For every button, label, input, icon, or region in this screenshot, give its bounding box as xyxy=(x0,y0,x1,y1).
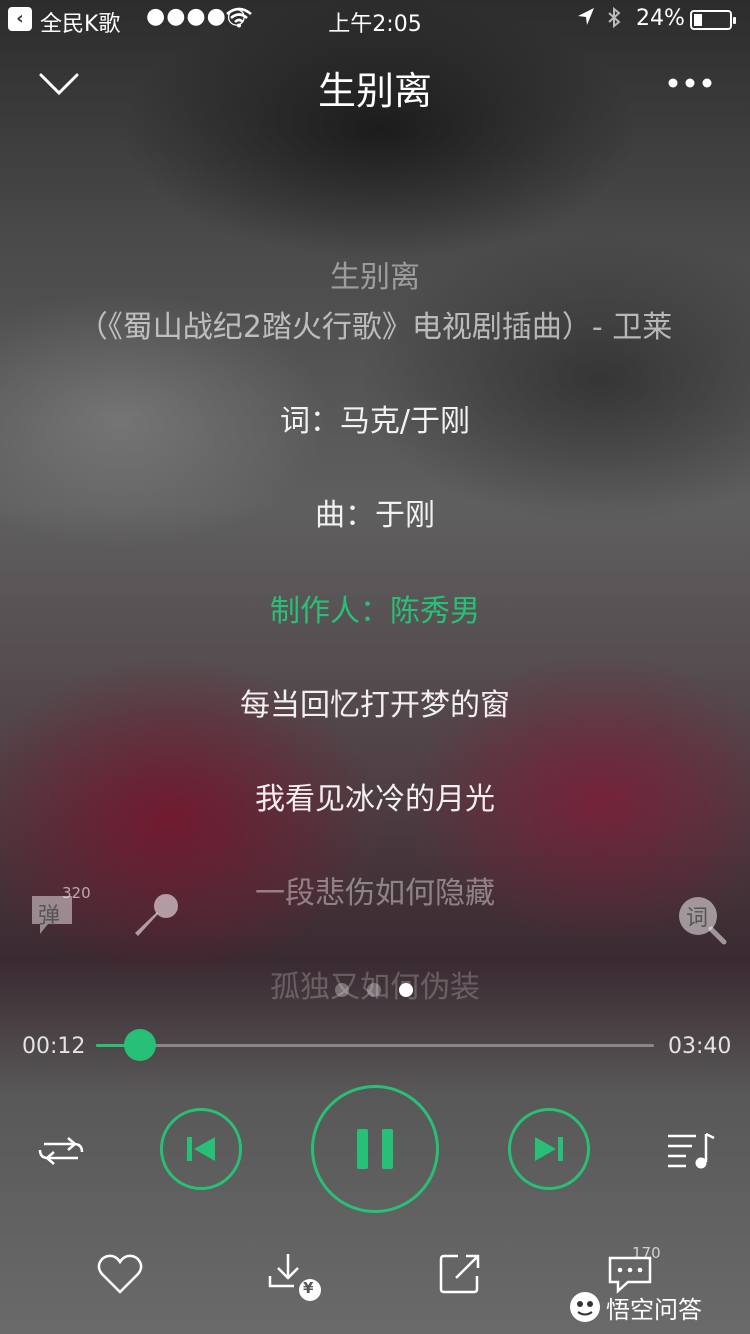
lyric-line: 制作人：陈秀男 xyxy=(270,594,480,629)
lyric-search-icon[interactable]: 词 xyxy=(676,894,728,946)
repeat-mode-icon[interactable] xyxy=(34,1130,88,1172)
progress-track[interactable] xyxy=(96,1029,654,1061)
progress-thumb[interactable] xyxy=(124,1029,156,1061)
skip-next-icon xyxy=(535,1137,563,1161)
next-track-button[interactable] xyxy=(508,1108,590,1190)
lyric-line: 一段悲伤如何隐藏 xyxy=(255,876,495,911)
song-title: 生别离 xyxy=(317,69,432,113)
page-indicator xyxy=(335,983,415,999)
page-dot[interactable] xyxy=(335,983,349,997)
lyric-line: 每当回忆打开梦的窗 xyxy=(240,688,510,723)
location-icon xyxy=(576,6,596,34)
comment-count: 170 xyxy=(632,1244,661,1262)
share-icon[interactable] xyxy=(438,1252,482,1296)
watermark: 悟空问答 xyxy=(568,1288,744,1328)
status-bar: ‹ 全民K歌 ●●●●○ 上午2:05 24% xyxy=(0,0,750,40)
back-to-app-icon[interactable]: ‹ xyxy=(8,7,32,31)
page-dot[interactable] xyxy=(367,983,381,997)
watermark-text: 悟空问答 xyxy=(606,1296,702,1324)
battery-icon xyxy=(690,10,736,30)
page-dot[interactable] xyxy=(399,983,413,997)
more-options-icon[interactable] xyxy=(666,70,716,96)
battery-percent: 24% xyxy=(636,6,685,31)
microphone-icon[interactable] xyxy=(128,890,182,944)
lyric-line: （《蜀山战纪2踏火行歌》电视剧插曲）- 卫莱 xyxy=(77,310,673,345)
lyric-line: 曲：于刚 xyxy=(315,498,435,533)
lyric-line: 词：马克/于刚 xyxy=(279,404,471,439)
danmu-count: 320 xyxy=(62,884,91,902)
total-time: 03:40 xyxy=(668,1034,732,1059)
current-time: 00:12 xyxy=(22,1034,86,1059)
pause-icon xyxy=(357,1129,393,1169)
like-heart-icon[interactable] xyxy=(96,1252,144,1296)
wifi-icon xyxy=(226,6,252,34)
lyric-search-label: 词 xyxy=(686,906,709,931)
carrier-name: 全民K歌 xyxy=(40,12,121,37)
watermark-logo-icon xyxy=(570,1292,600,1322)
lyric-line: 我看见冰冷的月光 xyxy=(255,782,495,817)
pause-button[interactable] xyxy=(311,1085,439,1213)
skip-previous-icon xyxy=(187,1137,215,1161)
paid-download-icon[interactable]: ¥ xyxy=(266,1250,322,1304)
bluetooth-icon xyxy=(606,6,622,36)
danmu-label: 弹 xyxy=(38,904,61,929)
playlist-icon[interactable] xyxy=(666,1128,716,1172)
lyric-line: 生别离 xyxy=(330,260,420,295)
download-price-badge: ¥ xyxy=(303,1279,314,1297)
previous-track-button[interactable] xyxy=(160,1108,242,1190)
